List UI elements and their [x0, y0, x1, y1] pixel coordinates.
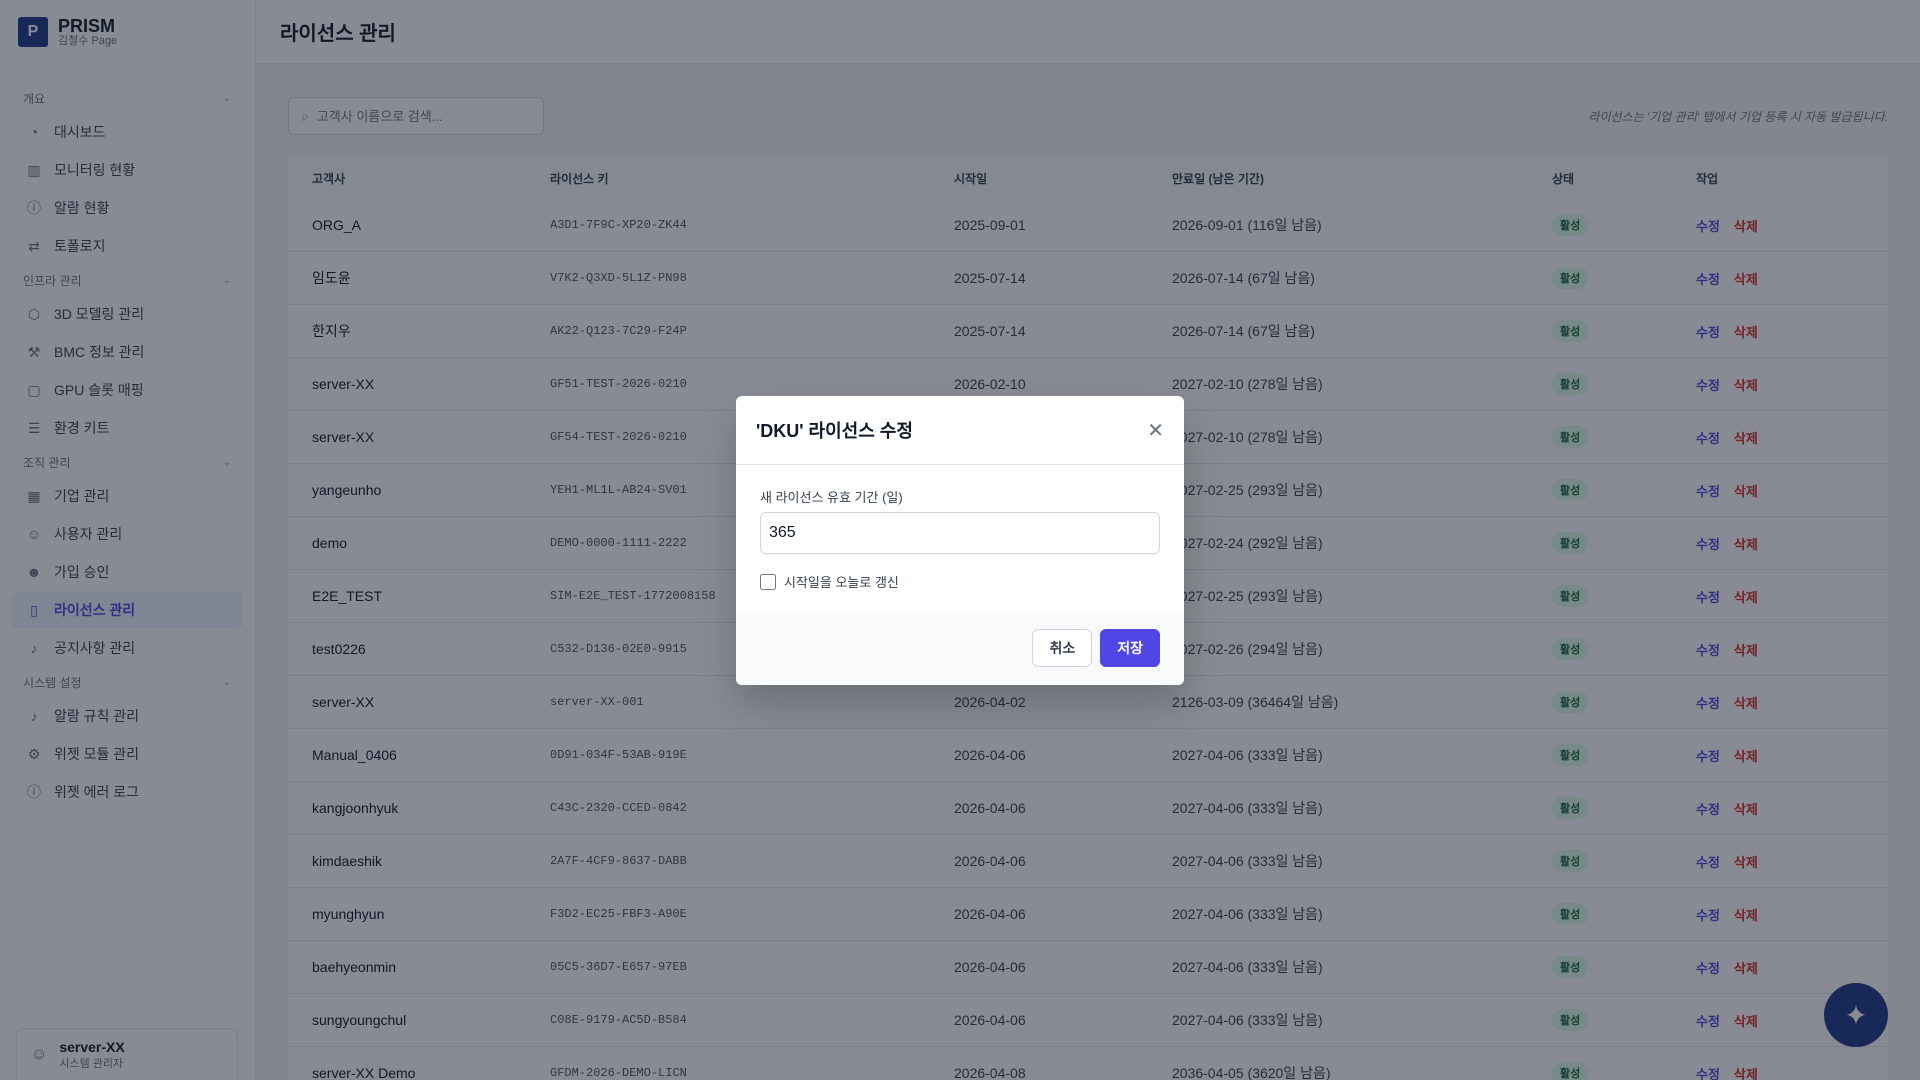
- dialog-header: 'DKU' 라이선스 수정 ✕: [736, 396, 1184, 465]
- reset-start-date-label: 시작일을 오늘로 갱신: [784, 575, 899, 590]
- cancel-button[interactable]: 취소: [1032, 629, 1093, 667]
- validity-days-input[interactable]: [760, 512, 1160, 554]
- dialog-footer: 취소 저장: [736, 611, 1184, 685]
- validity-days-label: 새 라이선스 유효 기간 (일): [760, 490, 903, 505]
- close-icon[interactable]: ✕: [1147, 418, 1164, 443]
- edit-license-dialog: 'DKU' 라이선스 수정 ✕ 새 라이선스 유효 기간 (일) 시작일을 오늘…: [736, 396, 1184, 685]
- dialog-title: 'DKU' 라이선스 수정: [756, 421, 913, 441]
- dialog-body: 새 라이선스 유효 기간 (일) 시작일을 오늘로 갱신: [736, 465, 1184, 611]
- reset-start-date-option[interactable]: 시작일을 오늘로 갱신: [760, 572, 1160, 591]
- reset-start-date-checkbox[interactable]: [760, 573, 776, 590]
- save-button[interactable]: 저장: [1100, 629, 1160, 667]
